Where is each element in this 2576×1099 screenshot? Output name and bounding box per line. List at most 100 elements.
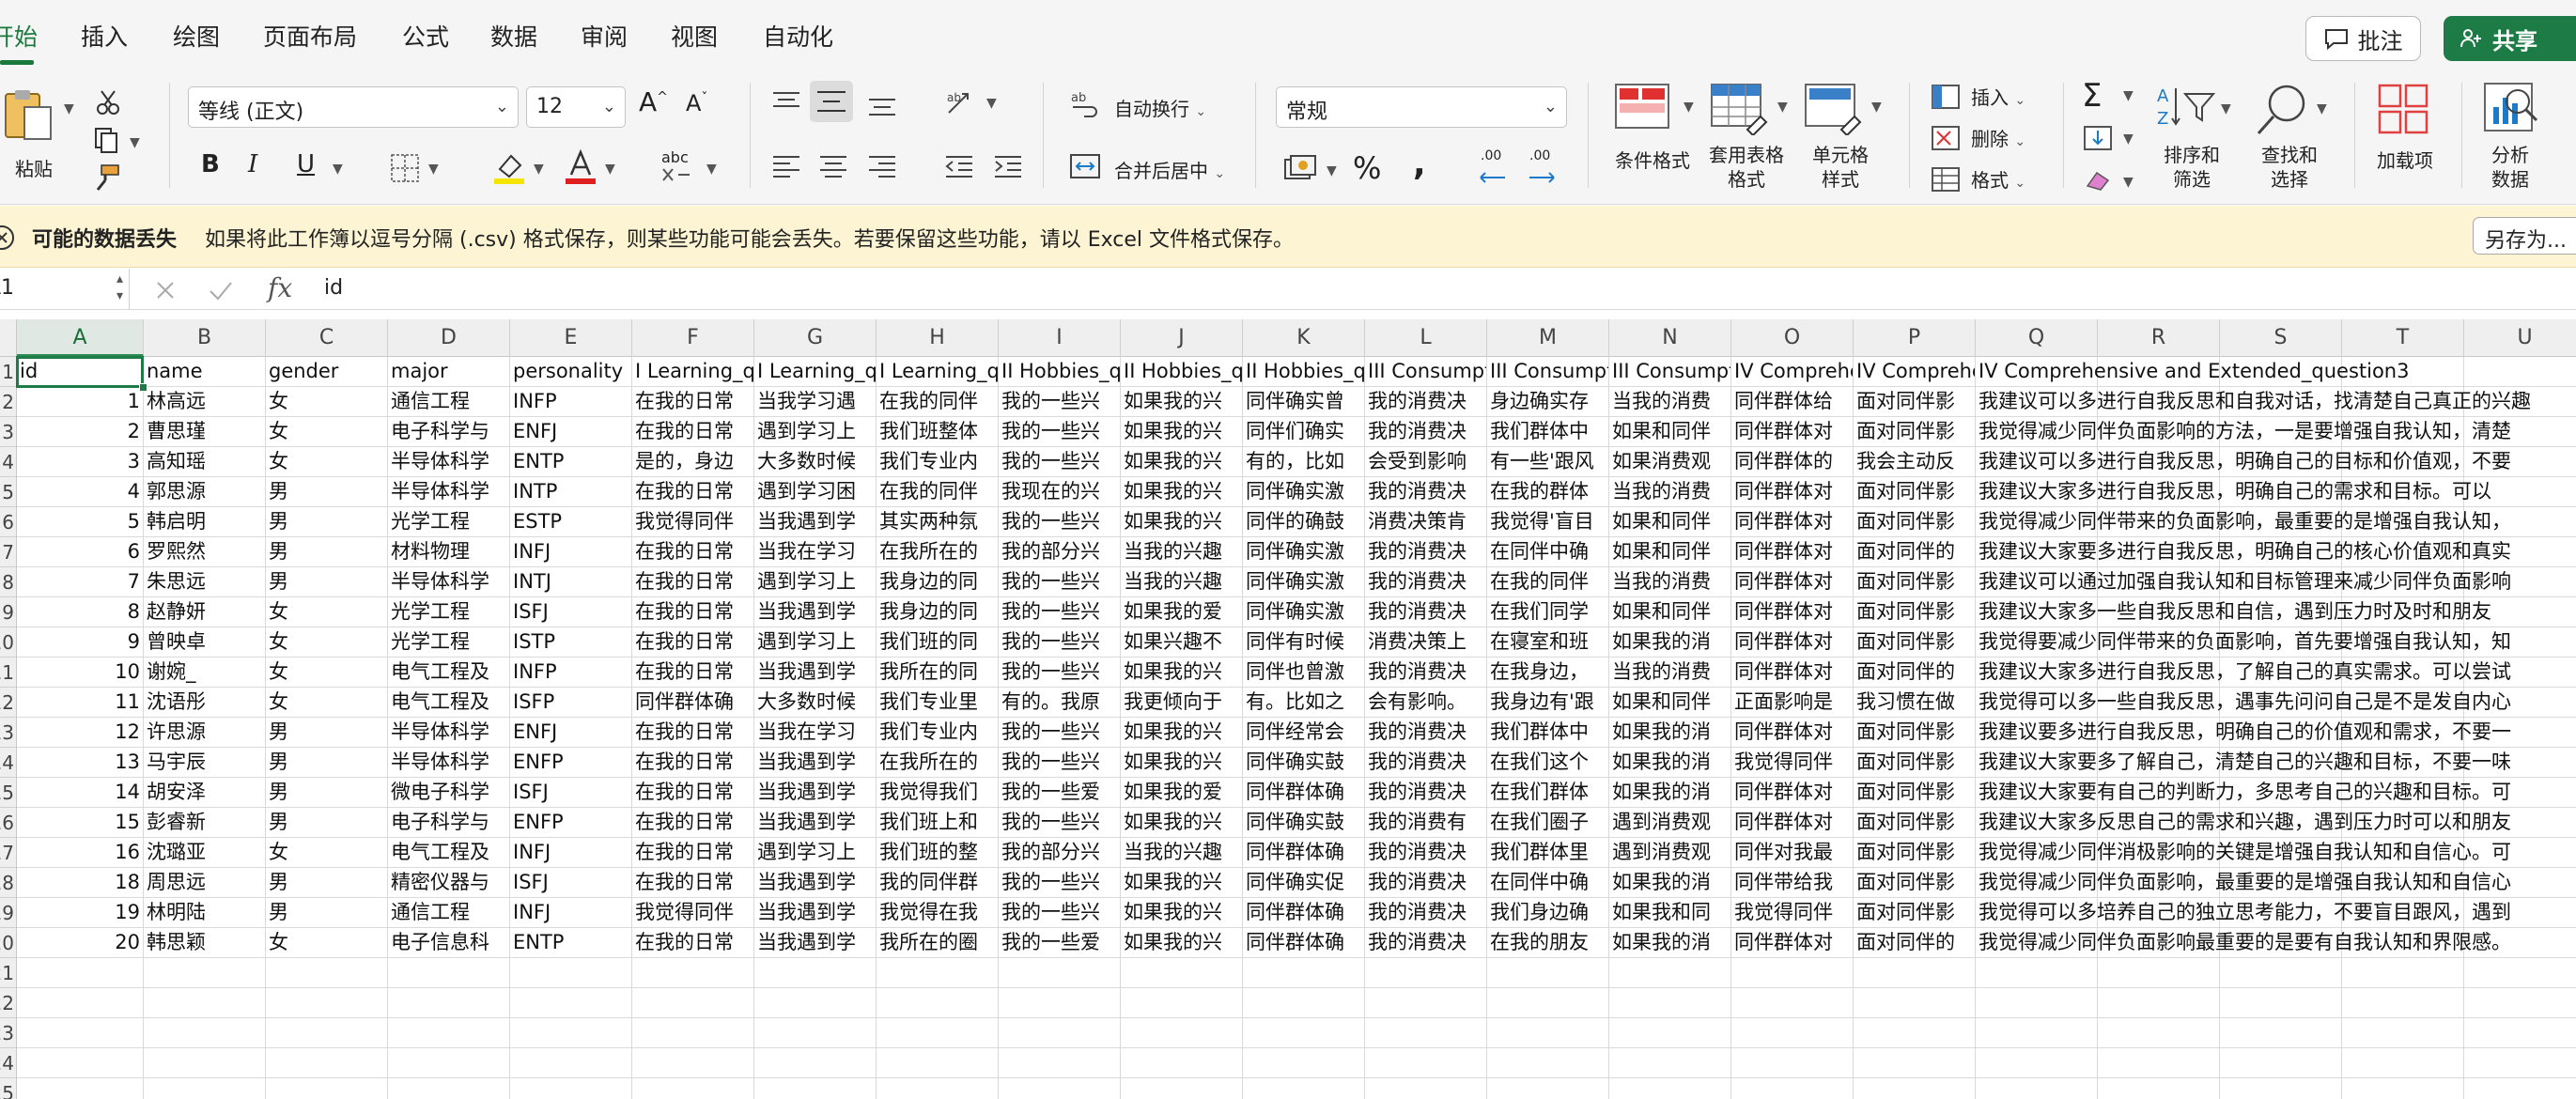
table-cell[interactable] [1365,988,1487,1018]
conditional-formatting-button[interactable]: ▼ 条件格式 [1608,81,1699,193]
table-cell[interactable]: 当我在学习 [754,537,877,567]
table-cell[interactable]: 遇到消费观 [1609,838,1731,868]
row-header-3[interactable]: 3 [0,417,17,447]
table-cell[interactable]: 我觉得可以多一些自我反思，遇事先问问自己是不是发自内心 [1976,688,2511,718]
find-select-button[interactable]: ▼ 查找和 选择 [2243,81,2337,193]
table-cell[interactable]: 同伴群体对 [1731,778,1854,808]
table-cell[interactable]: 如果我的兴 [1121,718,1243,748]
table-cell[interactable]: 在我的同伴 [1487,567,1609,597]
table-cell[interactable] [999,1048,1121,1078]
table-cell[interactable] [1121,1018,1243,1048]
table-cell[interactable]: 许思源 [144,718,266,748]
table-cell[interactable] [388,1018,510,1048]
row-header-19[interactable]: 19 [0,898,17,928]
save-as-button[interactable]: 另存为... [2473,217,2576,255]
table-cell[interactable]: 我的同伴群 [877,868,999,898]
table-cell[interactable]: 同伴对我最 [1731,838,1854,868]
table-cell[interactable]: 我觉得'盲目 [1487,507,1609,537]
table-cell[interactable]: 在我的日常 [632,928,754,958]
column-header-n[interactable]: N [1609,319,1731,357]
column-header-c[interactable]: C [266,319,388,357]
fill-color-icon[interactable] [490,148,528,186]
table-cell[interactable]: 电气工程及 [388,658,510,688]
table-cell[interactable] [2464,1048,2576,1078]
table-cell[interactable]: 我们专业内 [877,447,999,477]
table-cell[interactable]: 同伴群体确 [1243,838,1365,868]
table-cell[interactable] [1487,1078,1609,1099]
phonetic-dropdown-icon[interactable]: ▼ [706,162,717,177]
table-cell[interactable] [1243,988,1365,1018]
table-cell[interactable]: 18 [17,868,144,898]
table-cell[interactable] [2098,1048,2220,1078]
table-cell[interactable]: 有的，比如 [1243,447,1365,477]
column-header-b[interactable]: B [144,319,266,357]
table-cell[interactable]: 我的一些爱 [999,778,1121,808]
table-cell[interactable]: 当我的消费 [1609,477,1731,507]
table-cell[interactable]: 10 [17,658,144,688]
wrap-text-button[interactable]: 自动换行 ⌄ [1114,94,1206,121]
table-cell[interactable]: 我的一些兴 [999,898,1121,928]
table-cell[interactable] [1976,988,2098,1018]
table-cell[interactable]: 大多数时候 [754,688,877,718]
spreadsheet-grid[interactable]: ABCDEFGHIJKLMNOPQRSTU 123456789101112131… [0,319,2576,1099]
table-cell[interactable]: 遇到学习上 [754,838,877,868]
table-cell[interactable]: 我的消费决 [1365,417,1487,447]
table-cell[interactable]: 当我遇到学 [754,778,877,808]
row-header-15[interactable]: 15 [0,778,17,808]
cancel-icon[interactable] [155,280,176,301]
table-cell[interactable]: 在我的日常 [632,718,754,748]
table-cell[interactable]: 面对同伴影 [1854,507,1976,537]
table-cell[interactable] [1121,1048,1243,1078]
table-cell[interactable]: 我觉得我们 [877,778,999,808]
row-header-2[interactable]: 2 [0,387,17,417]
number-format-select[interactable]: 常规 ⌄ [1276,86,1567,128]
tab-view[interactable]: 视图 [671,19,718,53]
table-cell[interactable]: INFJ [510,838,632,868]
table-cell[interactable] [1731,988,1854,1018]
table-cell[interactable]: 当我遇到学 [754,597,877,627]
table-cell[interactable] [1609,1078,1731,1099]
table-cell[interactable]: 光学工程 [388,507,510,537]
table-cell[interactable]: ISFJ [510,778,632,808]
format-cells-button[interactable]: 格式 ⌄ [1971,165,2025,193]
table-cell[interactable]: 面对同伴影 [1854,627,1976,658]
table-cell[interactable]: 沈璐亚 [144,838,266,868]
table-cell[interactable]: ENTP [510,447,632,477]
table-cell[interactable]: 是的，身边 [632,447,754,477]
table-cell[interactable] [388,1048,510,1078]
align-bottom-icon[interactable] [866,88,898,120]
column-header-r[interactable]: R [2098,319,2220,357]
table-cell[interactable]: INTJ [510,567,632,597]
header-cell[interactable]: III Consumption_question2 [1487,357,1609,387]
header-cell[interactable]: IV Comprehensive and Extended_question3 [1976,357,2409,387]
merge-center-button[interactable]: 合并后居中 ⌄ [1114,156,1225,183]
font-color-dropdown-icon[interactable]: ▼ [605,162,615,177]
percent-button[interactable]: % [1353,150,1381,186]
table-cell[interactable]: 如果我的兴 [1121,808,1243,838]
table-cell[interactable]: 其实两种氛 [877,507,999,537]
table-cell[interactable] [999,1078,1121,1099]
table-cell[interactable]: 电子科学与 [388,417,510,447]
table-cell[interactable]: 我的消费决 [1365,658,1487,688]
table-cell[interactable]: 电气工程及 [388,688,510,718]
table-cell[interactable]: 面对同伴影 [1854,838,1976,868]
table-cell[interactable]: 当我遇到学 [754,928,877,958]
name-box[interactable]: A1 ▴▾ [0,269,130,310]
table-cell[interactable]: 我觉得减少同伴消极影响的关键是增强自我认知和自信心。可 [1976,838,2511,868]
comments-button[interactable]: 批注 [2305,16,2421,61]
table-cell[interactable] [1731,1018,1854,1048]
table-cell[interactable]: 19 [17,898,144,928]
table-cell[interactable]: 如果我的兴 [1121,507,1243,537]
column-header-q[interactable]: Q [1976,319,2098,357]
table-cell[interactable]: 在我的同伴 [877,387,999,417]
table-cell[interactable]: 男 [266,507,388,537]
table-cell[interactable]: 如果和同伴 [1609,507,1731,537]
table-cell[interactable]: 我的消费决 [1365,748,1487,778]
row-header-17[interactable]: 17 [0,838,17,868]
table-cell[interactable] [1731,1078,1854,1099]
table-cell[interactable]: 14 [17,778,144,808]
row-header-11[interactable]: 11 [0,658,17,688]
table-cell[interactable]: 我们群体中 [1487,417,1609,447]
orientation-dropdown-icon[interactable]: ▼ [986,96,997,111]
table-cell[interactable]: 胡安泽 [144,778,266,808]
